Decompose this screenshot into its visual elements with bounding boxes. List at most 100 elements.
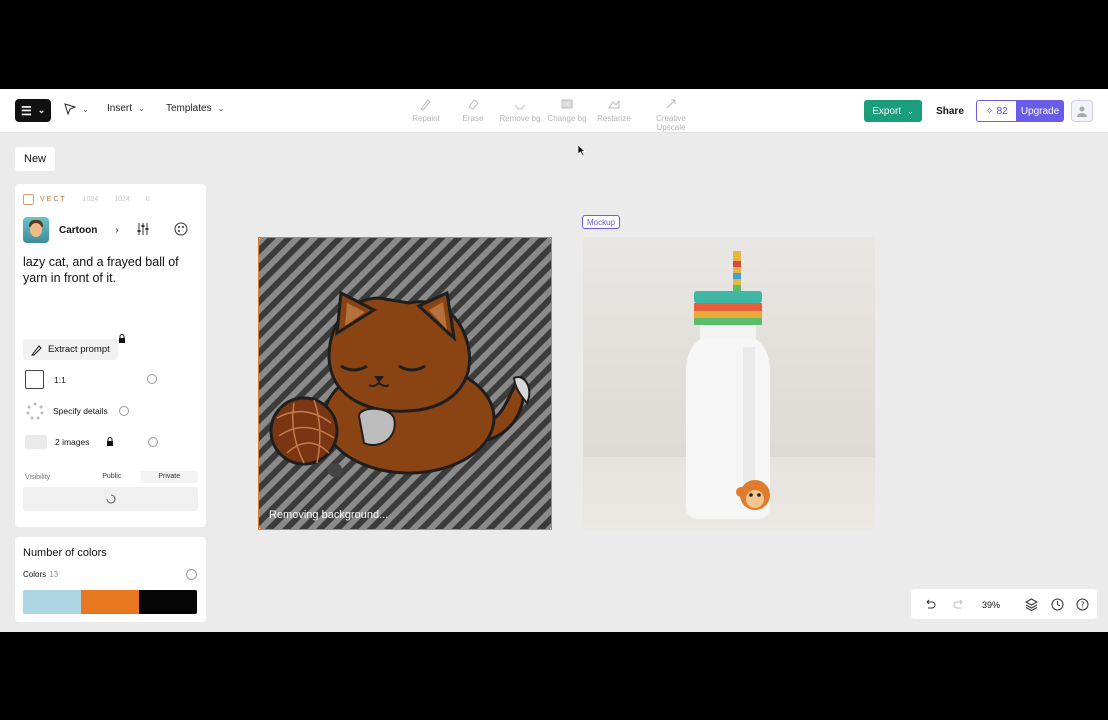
layers-icon[interactable] (1025, 598, 1038, 611)
images-icon (25, 435, 47, 449)
tool-label: Remove bg (499, 114, 541, 123)
mouse-cursor-icon (577, 143, 586, 161)
remove-bg-icon (515, 104, 525, 110)
image-count-row[interactable]: 2 images (25, 435, 158, 449)
brush-icon (420, 99, 431, 111)
tool-label: Erase (462, 114, 484, 123)
user-avatar[interactable] (1071, 100, 1093, 122)
redo-icon[interactable] (953, 598, 965, 610)
pen-icon (31, 344, 42, 355)
visibility-private[interactable]: Private (141, 471, 199, 483)
visibility-toggle[interactable]: Public Private (83, 471, 198, 483)
chevron-down-icon: ⌄ (138, 104, 145, 113)
share-button[interactable]: Share (930, 100, 970, 122)
tool-label: Restarize (597, 114, 631, 123)
canvas-controls: 39% ? (911, 589, 1097, 619)
templates-label: Templates (166, 103, 212, 114)
export-label: Export (872, 105, 902, 117)
specify-details-label: Specify details (53, 406, 108, 416)
top-toolbar: ☰ ⌄ ⌄ Insert ⌄ Templates ⌄ Repaint Erase… (0, 89, 1108, 133)
pointer-icon (64, 103, 76, 115)
svg-text:?: ? (1080, 601, 1084, 610)
credits-badge[interactable]: ✧ 82 (976, 100, 1016, 122)
style-label: Cartoon (59, 224, 98, 236)
tool-creative-upscale[interactable]: Creative Upscale (641, 97, 701, 132)
specify-details-toggle[interactable] (119, 406, 129, 416)
undo-icon[interactable] (924, 598, 936, 610)
eraser-icon (468, 99, 479, 110)
app-logo-menu[interactable]: ☰ ⌄ (15, 99, 51, 122)
color-swatch[interactable] (139, 590, 197, 614)
loading-spinner-icon (106, 494, 115, 504)
sliders-icon[interactable] (135, 221, 151, 237)
chevron-down-icon: ⌄ (37, 105, 46, 115)
history-icon[interactable] (1051, 598, 1064, 611)
sparkle-icon: ✧ (985, 105, 994, 117)
generation-panel: VECT 1024 1024 0 Cartoon › lazy cat, and… (15, 184, 206, 527)
model-name: VECT (40, 196, 67, 203)
model-icon (23, 194, 34, 205)
help-icon[interactable]: ? (1076, 598, 1089, 611)
resize-handle[interactable] (549, 527, 551, 529)
details-dots-icon (26, 402, 44, 420)
lock-icon (119, 334, 125, 343)
visibility-label: Visibility (25, 474, 51, 481)
templates-menu[interactable]: Templates ⌄ (166, 103, 224, 114)
chevron-down-icon: ⌄ (907, 106, 914, 116)
palette-icon[interactable] (173, 221, 189, 237)
new-tab[interactable]: New (15, 147, 56, 171)
colors-count-row: Colors 13 (23, 570, 58, 579)
zoom-level[interactable]: 39% (982, 600, 1000, 610)
extract-prompt-button[interactable]: Extract prompt (23, 339, 118, 360)
aspect-ratio-toggle[interactable] (147, 374, 157, 384)
upgrade-button[interactable]: Upgrade (1016, 100, 1064, 122)
visibility-row: Visibility (25, 474, 50, 481)
export-button[interactable]: Export ⌄ (864, 100, 922, 122)
selection-tool-menu[interactable]: ⌄ (64, 103, 89, 115)
resize-handle[interactable] (259, 238, 261, 240)
insert-menu[interactable]: Insert ⌄ (107, 103, 145, 114)
colors-label: Colors (23, 570, 47, 579)
credits-count: 82 (996, 105, 1008, 117)
model-selector[interactable]: VECT 1024 1024 0 (23, 194, 150, 205)
restarize-icon (608, 99, 620, 109)
colors-toggle[interactable] (186, 569, 197, 580)
canvas-image-bottle-mockup[interactable] (583, 237, 875, 530)
cat-illustration (259, 238, 551, 529)
specify-details-row[interactable]: Specify details (25, 401, 129, 421)
tool-label: Creative Upscale (656, 114, 686, 132)
extract-label: Extract prompt (48, 344, 110, 355)
canvas-image-cat[interactable]: Removing background... (258, 237, 552, 530)
color-swatch[interactable] (23, 590, 81, 614)
user-icon (1077, 106, 1087, 117)
chevron-down-icon: ⌄ (82, 104, 89, 114)
app-window: ☰ ⌄ ⌄ Insert ⌄ Templates ⌄ Repaint Erase… (0, 89, 1108, 632)
colors-title: Number of colors (23, 547, 107, 559)
prompt-textarea[interactable]: lazy cat, and a frayed ball of yarn in f… (23, 254, 201, 286)
tool-restarize[interactable]: Restarize (584, 97, 644, 123)
generate-button[interactable] (23, 487, 198, 511)
style-selector[interactable]: Cartoon › (23, 217, 193, 243)
upscale-icon (666, 99, 676, 109)
visibility-public[interactable]: Public (83, 471, 141, 483)
resize-handle[interactable] (549, 238, 551, 240)
model-extra: 0 (145, 196, 150, 203)
tool-label: Repaint (412, 114, 440, 123)
mockup-tag[interactable]: Mockup (582, 215, 621, 229)
bottle-mockup-illustration (686, 251, 770, 519)
colors-count: 13 (49, 570, 59, 579)
image-count-label: 2 images (55, 437, 90, 447)
aspect-ratio-icon (25, 370, 44, 389)
image-count-slider-thumb[interactable] (148, 437, 158, 447)
change-bg-icon (561, 99, 573, 109)
aspect-ratio-row[interactable]: 1:1 (25, 370, 157, 389)
colors-panel: Number of colors Colors 13 (15, 537, 206, 622)
resize-handle[interactable] (259, 527, 261, 529)
color-swatch[interactable] (81, 590, 139, 614)
model-width: 1024 (82, 196, 99, 203)
chevron-right-icon: › (115, 224, 119, 236)
aspect-ratio-label: 1:1 (54, 374, 66, 385)
style-thumbnail (23, 217, 49, 243)
processing-status: Removing background... (269, 509, 389, 521)
color-swatches[interactable] (23, 590, 197, 614)
